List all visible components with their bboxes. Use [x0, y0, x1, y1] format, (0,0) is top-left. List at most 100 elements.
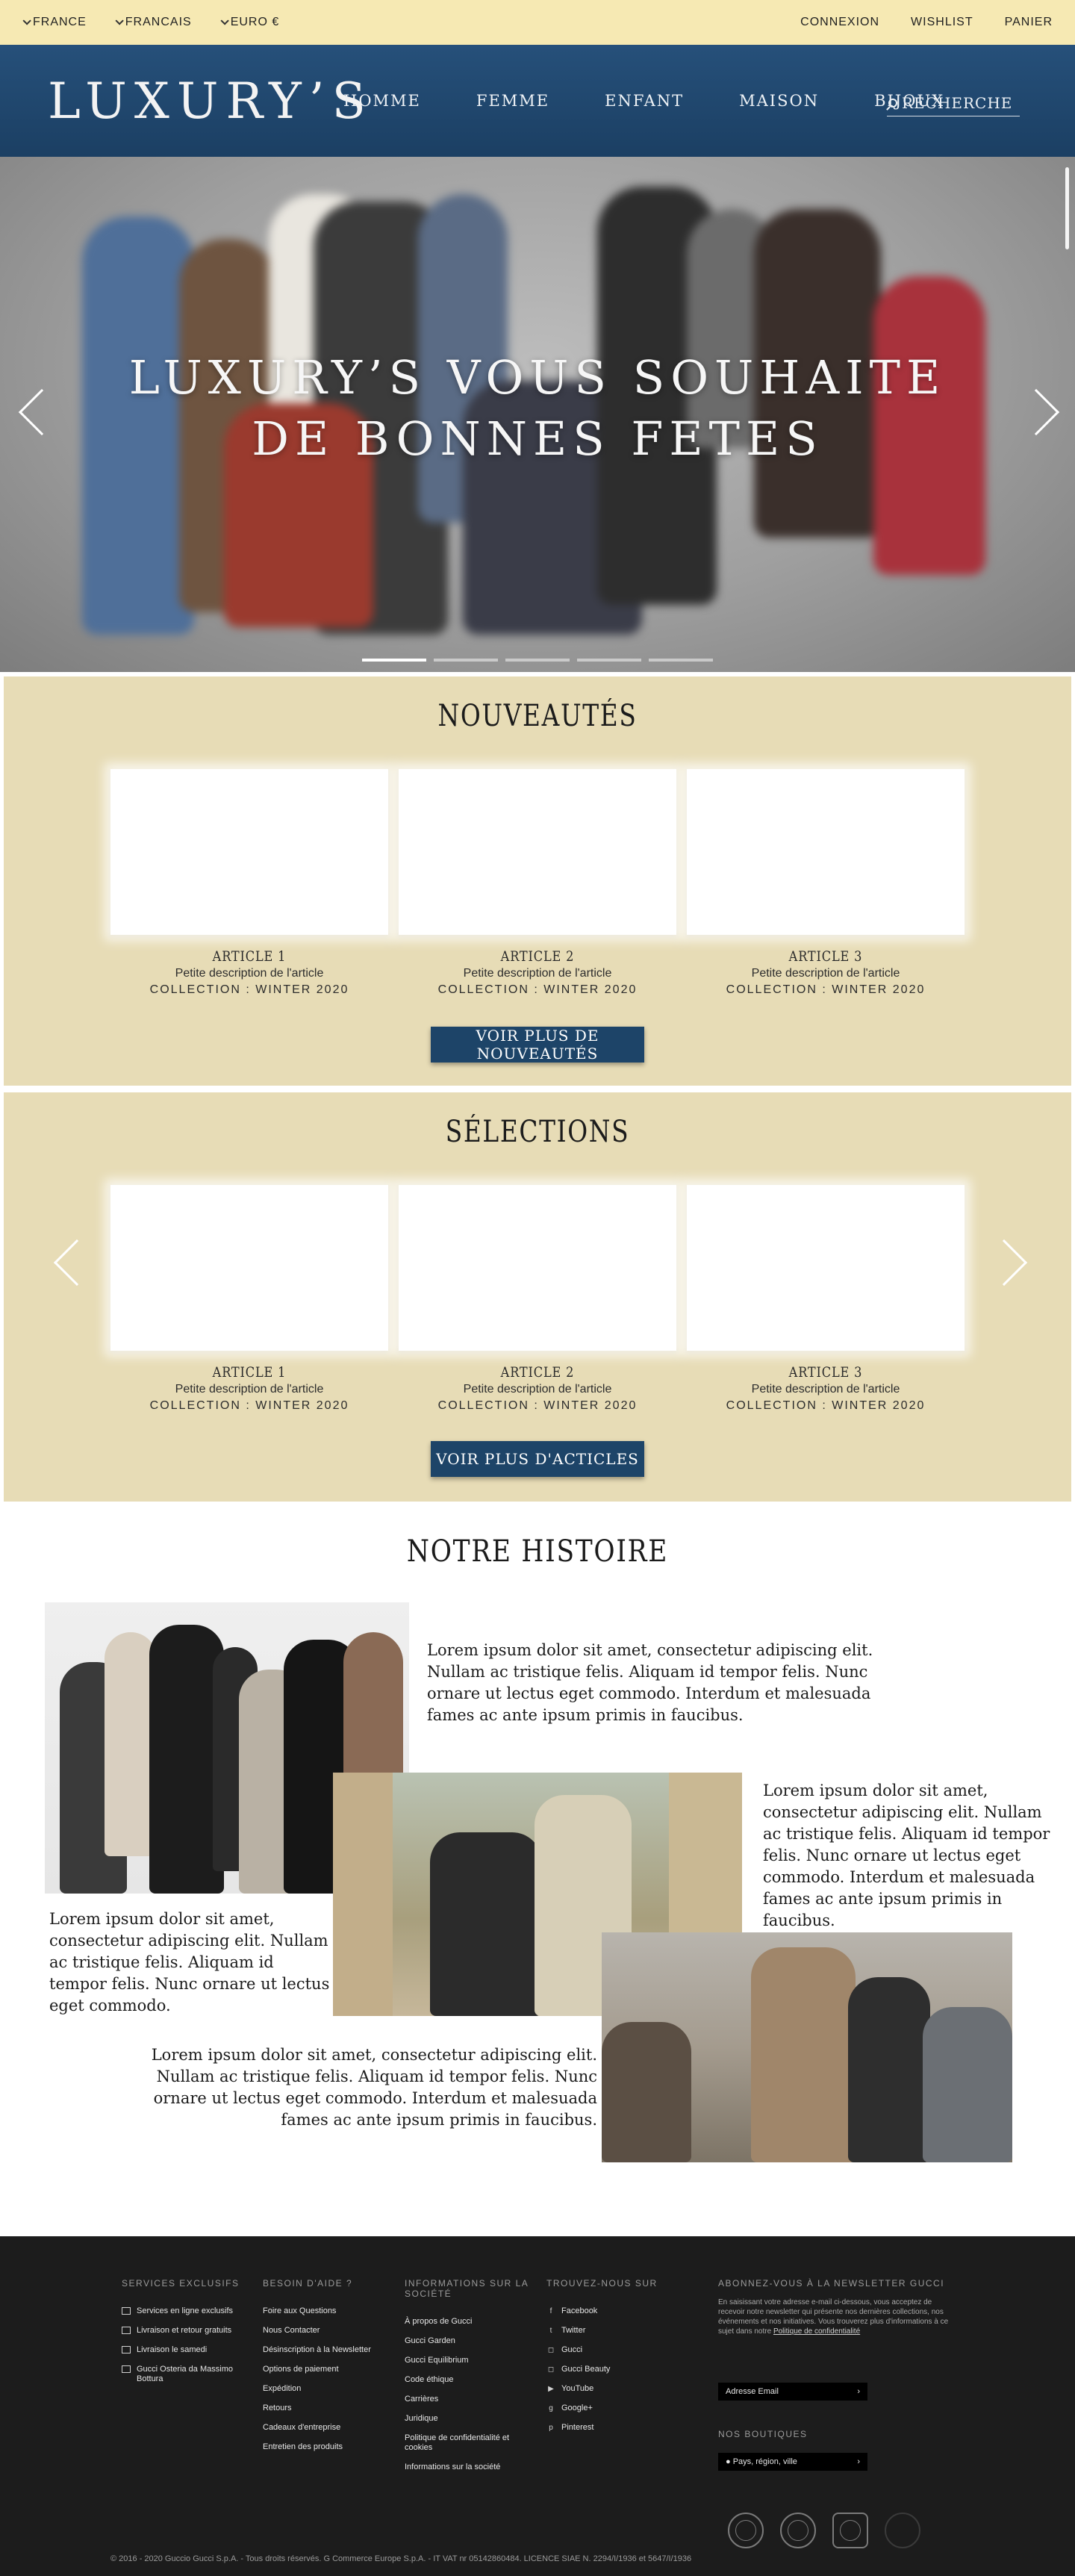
nav-item-maison[interactable]: MAISON [739, 92, 819, 110]
footer-link[interactable]: ◻ Gucci Beauty [546, 2365, 673, 2374]
site-logo[interactable]: LUXURY’S [48, 72, 373, 130]
footer-link[interactable]: Gucci Garden [405, 2336, 532, 2346]
carousel-dot[interactable] [649, 659, 713, 662]
utility-bar: FRANCE FRANCAIS EURO € CONNEXION WISHLIS… [0, 0, 1075, 45]
certification-seal-icon [832, 2513, 868, 2548]
footer-link[interactable]: Politique de confidentialité et cookies [405, 2433, 532, 2453]
nav-item-homme[interactable]: HOMME [343, 92, 421, 110]
carousel-dot[interactable] [434, 659, 498, 662]
newsletter-email-input[interactable]: Adresse Email › [718, 2383, 867, 2401]
product-card[interactable]: ARTICLE 1 Petite description de l'articl… [110, 1185, 388, 1413]
footer-link[interactable]: Code éthique [405, 2375, 532, 2385]
footer-link[interactable]: Informations sur la société [405, 2463, 532, 2472]
footer-link[interactable]: Juridique [405, 2414, 532, 2424]
footer-link-label: Livraison et retour gratuits [137, 2326, 232, 2335]
product-name: ARTICLE 3 [788, 948, 863, 965]
footer-link[interactable]: Retours [263, 2404, 390, 2413]
currency-selector[interactable]: EURO € [220, 16, 280, 29]
footer-link[interactable]: Foire aux Questions [263, 2306, 390, 2316]
account-links: CONNEXION WISHLIST PANIER [800, 16, 1053, 29]
footer-link[interactable]: g Google+ [546, 2404, 673, 2413]
currency-label: EURO € [230, 16, 280, 28]
selections-prev-icon[interactable] [53, 1239, 101, 1287]
carousel-indicators [362, 659, 713, 662]
product-card[interactable]: ARTICLE 2 Petite description de l'articl… [399, 769, 676, 997]
product-description: Petite description de l'article [463, 1383, 612, 1396]
footer-link[interactable]: Entretien des produits [263, 2442, 390, 2452]
nav-item-femme[interactable]: FEMME [476, 92, 549, 110]
footer-link-label: Services en ligne exclusifs [137, 2306, 234, 2315]
footer-link[interactable]: f Facebook [546, 2306, 673, 2316]
search-input[interactable]: RECHERCHE [887, 90, 1020, 116]
locale-selectors: FRANCE FRANCAIS EURO € [22, 16, 279, 29]
new-arrivals-title: NOUVEAUTÉS [437, 699, 638, 733]
footer-link[interactable]: ▶ YouTube [546, 2384, 673, 2394]
search-label: RECHERCHE [902, 93, 1013, 112]
footer-link[interactable]: ◻ Gucci [546, 2345, 673, 2355]
more-articles-button[interactable]: VOIR PLUS D'ACTICLES [431, 1441, 644, 1477]
footer-link-label: Facebook [561, 2306, 598, 2315]
nav-item-enfant[interactable]: ENFANT [605, 92, 684, 110]
cart-link[interactable]: PANIER [1005, 16, 1053, 29]
new-arrivals-list: ARTICLE 1 Petite description de l'articl… [110, 769, 965, 997]
footer-link[interactable]: Cadeaux d'entreprise [263, 2423, 390, 2433]
main-header: LUXURY’S HOMME FEMME ENFANT MAISON BIJOU… [0, 45, 1075, 157]
more-new-arrivals-button[interactable]: VOIR PLUS DE NOUVEAUTÉS [431, 1027, 644, 1063]
product-description: Petite description de l'article [751, 1383, 900, 1396]
footer-link[interactable]: Gucci Equilibrium [405, 2356, 532, 2365]
chevron-right-icon[interactable]: › [857, 2387, 860, 2396]
carousel-dot[interactable] [577, 659, 641, 662]
selections-title: SÉLECTIONS [445, 1115, 630, 1149]
footer-link-label: Livraison le samedi [137, 2345, 208, 2354]
product-image[interactable] [110, 769, 388, 935]
footer-newsletter: ABONNEZ-VOUS À LA NEWSLETTER GUCCI En sa… [718, 2278, 957, 2471]
privacy-policy-link[interactable]: Politique de confidentialité [773, 2327, 860, 2336]
footer-link[interactable]: Options de paiement [263, 2365, 390, 2374]
carousel-dot[interactable] [362, 659, 426, 662]
copyright-text: © 2016 - 2020 Guccio Gucci S.p.A. - Tous… [110, 2554, 692, 2563]
footer-link[interactable]: t Twitter [546, 2326, 673, 2336]
product-card[interactable]: ARTICLE 3 Petite description de l'articl… [687, 769, 965, 997]
location-pin-icon: ● [726, 2457, 733, 2466]
carousel-dot[interactable] [505, 659, 570, 662]
footer-link[interactable]: p Pinterest [546, 2423, 673, 2433]
selections-next-icon[interactable] [980, 1239, 1028, 1287]
product-card[interactable]: ARTICLE 2 Petite description de l'articl… [399, 1185, 676, 1413]
product-name: ARTICLE 2 [500, 948, 575, 965]
product-image[interactable] [399, 769, 676, 935]
footer-link-label: Pinterest [561, 2423, 594, 2432]
footer-link[interactable]: Carrières [405, 2395, 532, 2404]
product-image[interactable] [687, 1185, 965, 1351]
footer-link[interactable]: Livraison et retour gratuits [122, 2326, 249, 2336]
product-image[interactable] [687, 769, 965, 935]
calendar-icon [122, 2346, 131, 2353]
service-icon [122, 2307, 131, 2315]
footer-link-label: YouTube [561, 2384, 594, 2393]
product-card[interactable]: ARTICLE 3 Petite description de l'articl… [687, 1185, 965, 1413]
login-link[interactable]: CONNEXION [800, 16, 879, 29]
hero-carousel: LUXURY’S VOUS SOUHAITE DE BONNES FETES [0, 157, 1075, 672]
footer-link[interactable]: Expédition [263, 2384, 390, 2394]
footer-link[interactable]: Désinscription à la Newsletter [263, 2345, 390, 2355]
product-description: Petite description de l'article [175, 1383, 324, 1396]
country-label: FRANCE [33, 16, 87, 28]
certification-badges [728, 2513, 920, 2548]
instagram-icon: ◻ [547, 2346, 555, 2354]
footer-link[interactable]: Nous Contacter [263, 2326, 390, 2336]
wishlist-link[interactable]: WISHLIST [911, 16, 973, 29]
footer-link[interactable]: Gucci Osteria da Massimo Bottura [122, 2365, 249, 2384]
scrollbar[interactable] [1065, 167, 1069, 249]
product-image[interactable] [110, 1185, 388, 1351]
language-selector[interactable]: FRANCAIS [115, 16, 192, 29]
store-locator-input[interactable]: ● Pays, région, ville › [718, 2453, 867, 2471]
footer-link[interactable]: À propos de Gucci [405, 2317, 532, 2327]
chevron-right-icon[interactable]: › [857, 2457, 860, 2466]
product-image[interactable] [399, 1185, 676, 1351]
footer-link[interactable]: Services en ligne exclusifs [122, 2306, 249, 2316]
footer-link[interactable]: Livraison le samedi [122, 2345, 249, 2355]
selections-section: SÉLECTIONS ARTICLE 1 Petite description … [4, 1092, 1071, 1502]
chevron-down-icon [22, 16, 31, 25]
country-selector[interactable]: FRANCE [22, 16, 87, 29]
product-card[interactable]: ARTICLE 1 Petite description de l'articl… [110, 769, 388, 997]
product-collection: COLLECTION : WINTER 2020 [149, 983, 349, 996]
